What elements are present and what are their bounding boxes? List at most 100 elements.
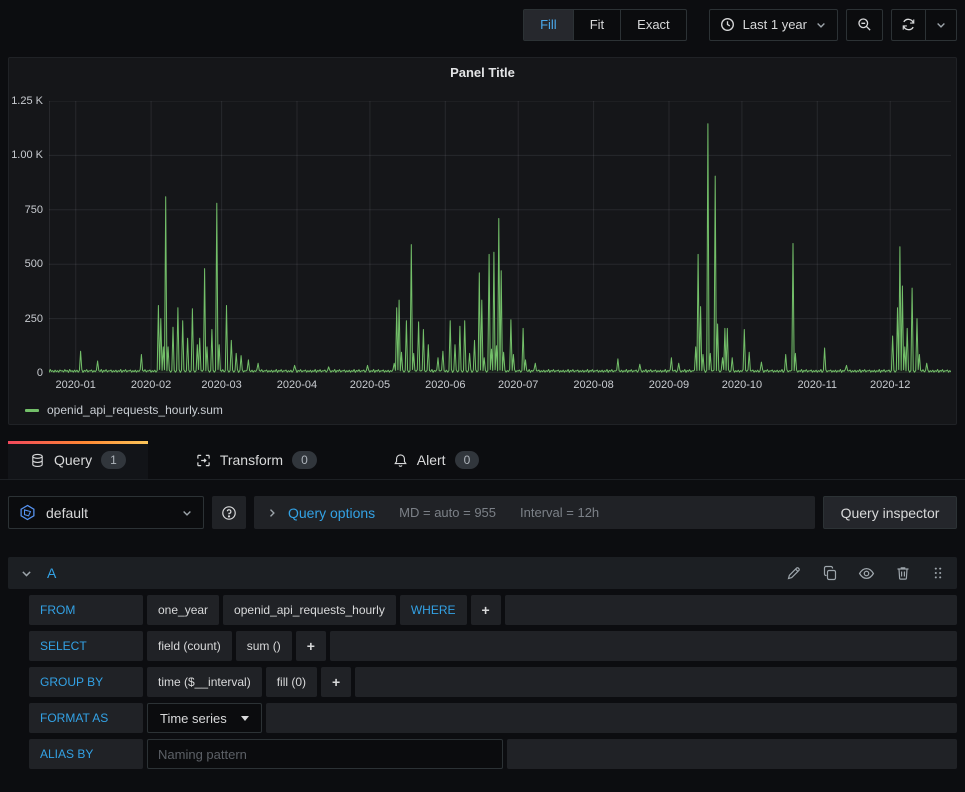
- y-tick-label: 250: [25, 313, 43, 325]
- alias-by-input[interactable]: [147, 739, 503, 769]
- datasource-row: default Query options MD = auto = 955 In…: [0, 480, 965, 529]
- tab-query-label: Query: [54, 452, 92, 468]
- toggle-visibility-button[interactable]: [858, 565, 875, 582]
- group-by-label: GROUP BY: [29, 667, 143, 697]
- format-as-label: FORMAT AS: [29, 703, 143, 733]
- x-tick-label: 2020-09: [649, 379, 689, 391]
- x-tick-label: 2020-12: [870, 379, 910, 391]
- format-as-select[interactable]: Time series: [147, 703, 262, 733]
- query-inspector-button[interactable]: Query inspector: [823, 496, 957, 529]
- x-tick-label: 2020-07: [498, 379, 538, 391]
- from-measurement[interactable]: openid_api_requests_hourly: [223, 595, 396, 625]
- datasource-help-button[interactable]: [212, 496, 246, 529]
- x-tick-label: 2020-01: [56, 379, 96, 391]
- tab-alert[interactable]: Alert 0: [371, 441, 501, 479]
- y-axis: 02505007501.00 K1.25 K: [9, 101, 43, 373]
- query-options-toggle[interactable]: Query options MD = auto = 955 Interval =…: [254, 496, 815, 529]
- max-data-points-summary: MD = auto = 955: [399, 505, 496, 520]
- top-toolbar: Fill Fit Exact Last 1 year: [0, 0, 965, 49]
- collapse-chevron-icon[interactable]: [20, 567, 33, 580]
- add-select-part-button[interactable]: +: [296, 631, 326, 661]
- query-a-header: A: [8, 557, 957, 589]
- tab-transform[interactable]: Transform 0: [174, 441, 339, 479]
- y-tick-label: 500: [25, 258, 43, 270]
- time-range-picker[interactable]: Last 1 year: [709, 9, 838, 41]
- x-tick-label: 2020-06: [425, 379, 465, 391]
- group-by-row-filler: [355, 667, 957, 697]
- x-tick-label: 2020-02: [131, 379, 171, 391]
- x-tick-label: 2020-11: [797, 379, 837, 391]
- select-aggregation[interactable]: sum (): [236, 631, 292, 661]
- legend-series-color: [25, 409, 39, 412]
- y-tick-label: 1.00 K: [11, 149, 43, 161]
- caret-down-icon: [241, 716, 249, 721]
- from-row: FROM one_year openid_api_requests_hourly…: [29, 595, 957, 625]
- tab-transform-count: 0: [292, 451, 317, 469]
- zoom-out-icon: [857, 17, 872, 32]
- exact-mode-button[interactable]: Exact: [621, 10, 686, 40]
- edit-query-button[interactable]: [786, 565, 802, 581]
- x-tick-label: 2020-05: [350, 379, 390, 391]
- tab-alert-count: 0: [455, 451, 480, 469]
- datasource-icon: [19, 504, 36, 521]
- format-as-value: Time series: [160, 711, 227, 726]
- question-circle-icon: [221, 505, 237, 521]
- from-row-filler: [505, 595, 957, 625]
- query-rows: FROM one_year openid_api_requests_hourly…: [8, 595, 957, 769]
- duplicate-query-button[interactable]: [822, 565, 838, 581]
- tab-query[interactable]: Query 1: [8, 441, 148, 479]
- x-tick-label: 2020-08: [573, 379, 613, 391]
- add-group-by-button[interactable]: +: [321, 667, 351, 697]
- x-tick-label: 2020-03: [201, 379, 241, 391]
- refresh-interval-dropdown[interactable]: [926, 10, 956, 40]
- query-editor-card: A: [8, 557, 957, 769]
- refresh-icon: [901, 17, 916, 32]
- interval-summary: Interval = 12h: [520, 505, 599, 520]
- chevron-down-icon: [181, 507, 193, 519]
- from-retention-policy[interactable]: one_year: [147, 595, 219, 625]
- format-as-row: FORMAT AS Time series: [29, 703, 957, 733]
- add-where-condition-button[interactable]: +: [471, 595, 501, 625]
- chevron-down-icon: [815, 19, 827, 31]
- time-series-chart[interactable]: [49, 101, 951, 373]
- legend-series-name: openid_api_requests_hourly.sum: [47, 403, 223, 417]
- fill-mode-button[interactable]: Fill: [524, 10, 574, 40]
- refresh-button-group: [891, 9, 957, 41]
- format-as-row-filler: [266, 703, 957, 733]
- x-tick-label: 2020-04: [277, 379, 317, 391]
- panel-title: Panel Title: [9, 65, 956, 80]
- fit-mode-button[interactable]: Fit: [574, 10, 621, 40]
- tab-query-count: 1: [101, 451, 126, 469]
- group-by-fill[interactable]: fill (0): [266, 667, 317, 697]
- select-label: SELECT: [29, 631, 143, 661]
- datasource-picker[interactable]: default: [8, 496, 204, 529]
- database-icon: [30, 453, 45, 468]
- transform-icon: [196, 453, 211, 468]
- select-row-filler: [330, 631, 957, 661]
- editor-tabbar: Query 1 Transform 0 Alert 0: [0, 442, 965, 480]
- bell-icon: [393, 453, 408, 468]
- query-ref-letter: A: [47, 565, 56, 581]
- query-options-label: Query options: [288, 505, 375, 521]
- tab-transform-label: Transform: [220, 452, 283, 468]
- y-tick-label: 1.25 K: [11, 95, 43, 107]
- x-axis: 2020-01 2020-02 2020-03 2020-04 2020-05 2020-…: [49, 379, 951, 393]
- time-range-label: Last 1 year: [743, 17, 807, 32]
- from-label: FROM: [29, 595, 143, 625]
- select-field[interactable]: field (count): [147, 631, 232, 661]
- alias-by-row-filler: [507, 739, 957, 769]
- zoom-out-button[interactable]: [846, 9, 883, 41]
- y-tick-label: 750: [25, 204, 43, 216]
- alias-by-label: ALIAS BY: [29, 739, 143, 769]
- delete-query-button[interactable]: [895, 565, 911, 581]
- chevron-down-icon: [935, 19, 947, 31]
- x-tick-label: 2020-10: [722, 379, 762, 391]
- where-keyword[interactable]: WHERE: [400, 595, 467, 625]
- legend-item[interactable]: openid_api_requests_hourly.sum: [25, 403, 223, 417]
- group-by-row: GROUP BY time ($__interval) fill (0) +: [29, 667, 957, 697]
- group-by-time[interactable]: time ($__interval): [147, 667, 262, 697]
- drag-handle[interactable]: [931, 566, 945, 580]
- clock-icon: [720, 17, 735, 32]
- refresh-button[interactable]: [892, 10, 926, 40]
- alias-by-row: ALIAS BY: [29, 739, 957, 769]
